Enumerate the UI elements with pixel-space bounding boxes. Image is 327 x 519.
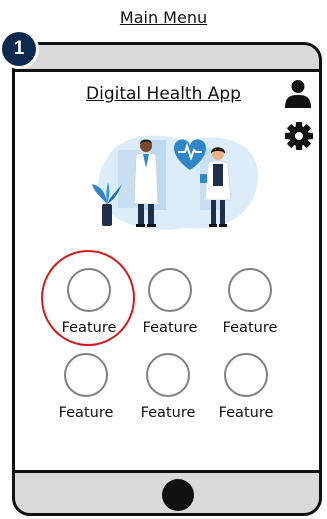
feature-tile[interactable]: Feature <box>130 268 210 358</box>
step-badge: 1 <box>2 32 36 66</box>
app-title: Digital Health App <box>86 84 241 104</box>
doctors-illustration <box>92 135 259 230</box>
feature-label: Feature <box>222 320 278 336</box>
feature-tile[interactable]: Feature <box>46 353 126 443</box>
feature-icon-placeholder <box>64 353 108 397</box>
wireframe-stage: Main Menu 1 Digital Health App Feature F… <box>0 0 327 519</box>
feature-label: Feature <box>218 405 274 421</box>
feature-icon-placeholder <box>224 353 268 397</box>
feature-tile[interactable]: Feature <box>128 353 208 443</box>
highlight-circle <box>41 250 135 346</box>
feature-icon-placeholder <box>228 268 272 312</box>
screen-title: Main Menu <box>119 8 208 27</box>
home-button[interactable] <box>164 481 192 509</box>
feature-label: Feature <box>142 320 198 336</box>
gear-icon[interactable] <box>284 121 314 151</box>
feature-label: Feature <box>140 405 196 421</box>
user-icon[interactable] <box>284 79 312 109</box>
feature-icon-placeholder <box>148 268 192 312</box>
feature-tile[interactable]: Feature <box>210 268 290 358</box>
feature-label: Feature <box>58 405 114 421</box>
feature-icon-placeholder <box>146 353 190 397</box>
feature-tile[interactable]: Feature <box>206 353 286 443</box>
